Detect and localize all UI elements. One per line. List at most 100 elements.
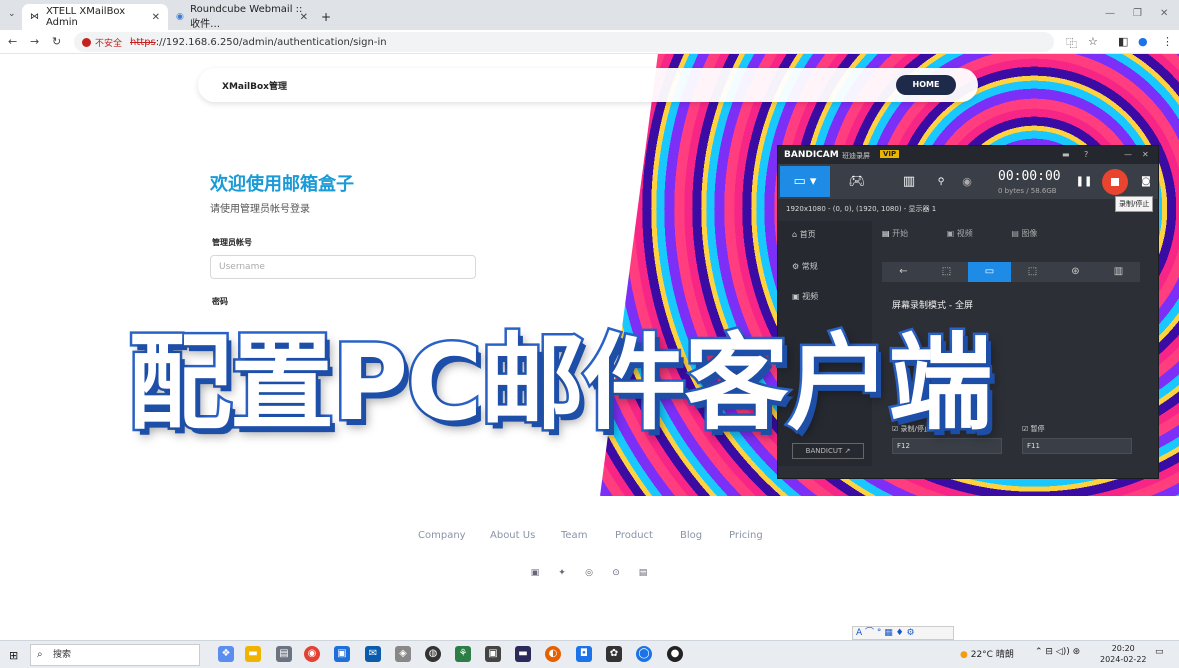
sidebar-item-home[interactable]: ⌂ 首页 xyxy=(792,229,816,240)
app-icon[interactable]: ◯ xyxy=(636,646,652,662)
hdmi-mode-icon[interactable]: ▥ xyxy=(884,166,934,197)
tool-icon[interactable]: ◈ xyxy=(395,646,411,662)
capture-mode-bar: ← ⬚ ▭ ⬚ ⊛ ▥ xyxy=(882,262,1140,282)
profile-icon[interactable]: ● xyxy=(1138,35,1148,48)
tab-video[interactable]: ▣ 视频 xyxy=(947,229,991,238)
vip-badge[interactable]: VIP xyxy=(880,150,900,158)
footer-link-company[interactable]: Company xyxy=(418,530,466,541)
folder-icon[interactable]: ▬ xyxy=(1062,150,1070,159)
file-explorer-icon[interactable]: ▬ xyxy=(245,646,261,662)
reload-icon[interactable]: ↻ xyxy=(52,35,61,48)
record-timer: 00:00:00 xyxy=(998,169,1061,184)
bandicam-tabs: ▤ 开始 ▣ 视频 ▤ 图像 xyxy=(882,228,1152,239)
app-icon[interactable]: ✿ xyxy=(606,646,622,662)
page-subtitle: 请使用管理员帐号登录 xyxy=(210,204,310,215)
forward-icon[interactable]: → xyxy=(30,35,39,48)
translate-icon[interactable]: ⿻ xyxy=(1066,35,1077,51)
footer-link-about[interactable]: About Us xyxy=(490,530,535,541)
tab-label: Roundcube Webmail :: 收件… xyxy=(190,4,303,30)
system-clock[interactable]: 20:20 2024-02-22 xyxy=(1100,643,1147,665)
ime-toolbar[interactable]: A ⌒ ° ▦ ♦ ⚙ xyxy=(852,626,954,640)
back-icon[interactable]: ← xyxy=(8,35,17,48)
restore-icon[interactable]: ❐ xyxy=(1133,8,1142,19)
back-arrow-icon[interactable]: ← xyxy=(882,262,925,282)
roundcube-icon: ◉ xyxy=(176,12,184,22)
security-label: 不安全 xyxy=(95,38,123,49)
footer-link-pricing[interactable]: Pricing xyxy=(729,530,763,541)
sidebar-item-general[interactable]: ⚙ 常规 xyxy=(792,261,818,272)
close-icon[interactable]: ✕ xyxy=(1142,150,1149,159)
tab-image[interactable]: ▤ 图像 xyxy=(1011,229,1055,238)
tray-icons[interactable]: ⌃ ⊟ ◁)) ⊛ xyxy=(1035,647,1080,657)
rectangle-mode-icon[interactable]: ⬚ xyxy=(925,262,968,282)
firefox-icon[interactable]: ◐ xyxy=(545,646,561,662)
game-mode-icon[interactable]: ⊛ xyxy=(1054,262,1097,282)
app-icon[interactable]: ▣ xyxy=(334,646,350,662)
instagram-icon[interactable]: ◎ xyxy=(584,568,594,578)
bandicam-logo: BANDICAM xyxy=(784,150,839,160)
chrome-icon[interactable]: ◉ xyxy=(304,646,320,662)
bandicam-taskbar-icon[interactable]: ● xyxy=(667,646,683,662)
fullscreen-mode-icon[interactable]: ▭ xyxy=(968,262,1011,282)
windows-start-icon[interactable]: ⊞ xyxy=(9,649,18,662)
footer-link-team[interactable]: Team xyxy=(561,530,587,541)
url-input[interactable]: 不安全 https ://192.168.6.250/admin/authent… xyxy=(74,32,1054,52)
notification-icon[interactable]: ▭ xyxy=(1155,647,1164,657)
tab-xmailbox-admin[interactable]: ⋈ XTELL XMailBox Admin ✕ xyxy=(22,4,168,30)
menu-icon[interactable]: ⋮ xyxy=(1162,35,1173,48)
security-indicator[interactable]: 不安全 xyxy=(82,36,122,49)
footer-link-product[interactable]: Product xyxy=(615,530,653,541)
footer-link-blog[interactable]: Blog xyxy=(680,530,702,541)
close-tab-icon[interactable]: ✕ xyxy=(152,12,160,23)
app-icon[interactable]: ◍ xyxy=(425,646,441,662)
help-icon[interactable]: ? xyxy=(1084,150,1088,159)
screen-mode-button[interactable]: ▭ ▾ xyxy=(780,166,830,197)
webcam-icon[interactable]: ◉ xyxy=(950,166,984,197)
bandicam-main: ▤ 开始 ▣ 视频 ▤ 图像 ← ⬚ ▭ ⬚ ⊛ ▥ 屏幕录制模式 - 全屏 停… xyxy=(882,228,1152,454)
hotkey-pause-field[interactable]: F11 xyxy=(1022,438,1132,454)
hotkey-label-pause: ☑ 暂停 xyxy=(1022,425,1045,433)
home-button[interactable]: HOME xyxy=(896,75,956,95)
tab-search-icon[interactable]: ⌄ xyxy=(8,9,16,19)
mail-icon[interactable]: ✉ xyxy=(365,646,381,662)
tab-roundcube[interactable]: ◉ Roundcube Webmail :: 收件… ✕ xyxy=(168,4,316,30)
windows-taskbar: ⊞ ⌕ 搜索 ❖ ▬ ▤ ◉ ▣ ✉ ◈ ◍ ⚘ ▣ ▬ ◐ ◘ ✿ ◯ ● ●… xyxy=(0,640,1179,668)
bookmark-star-icon[interactable]: ☆ xyxy=(1088,35,1098,48)
pause-icon[interactable]: ❚❚ xyxy=(1074,166,1094,197)
browser-tab-bar: ⌄ ⋈ XTELL XMailBox Admin ✕ ◉ Roundcube W… xyxy=(0,0,1179,30)
url-scheme: https xyxy=(130,36,156,48)
site-brand[interactable]: XMailBox管理 xyxy=(222,79,287,92)
new-tab-button[interactable]: + xyxy=(316,4,336,30)
twitter-icon[interactable]: ✦ xyxy=(557,568,567,578)
close-window-icon[interactable]: ✕ xyxy=(1160,8,1168,19)
app-icon[interactable]: ▬ xyxy=(515,646,531,662)
pinterest-icon[interactable]: ⊙ xyxy=(611,568,621,578)
record-stop-button[interactable] xyxy=(1102,169,1128,195)
tab-start[interactable]: ▤ 开始 xyxy=(882,229,926,238)
network-icon[interactable]: ⚘ xyxy=(455,646,471,662)
minimize-icon[interactable]: — xyxy=(1124,150,1132,159)
cursor-mode-icon[interactable]: ⬚ xyxy=(1011,262,1054,282)
address-bar-row: ← → ↻ 不安全 https ://192.168.6.250/admin/a… xyxy=(0,30,1179,54)
hdmi-mode-icon[interactable]: ▥ xyxy=(1097,262,1140,282)
app-icon[interactable]: ◘ xyxy=(576,646,592,662)
minimize-icon[interactable]: — xyxy=(1105,8,1115,19)
terminal-icon[interactable]: ▣ xyxy=(485,646,501,662)
notepad-icon[interactable]: ▤ xyxy=(276,646,292,662)
weather-widget[interactable]: ● 22°C 晴朗 xyxy=(960,647,1014,660)
facebook-icon[interactable]: ▣ xyxy=(530,568,540,578)
game-mode-icon[interactable]: 🎮︎ xyxy=(832,166,882,197)
linkedin-icon[interactable]: ▤ xyxy=(638,568,648,578)
page-title: 欢迎使用邮箱盒子 xyxy=(210,174,354,195)
username-input[interactable]: Username xyxy=(210,255,476,279)
microphone-icon[interactable]: ⚲ xyxy=(934,166,948,197)
side-panel-icon[interactable]: ◧ xyxy=(1118,35,1128,48)
taskbar-search[interactable]: ⌕ 搜索 xyxy=(30,644,200,666)
record-tooltip: 录制/停止 xyxy=(1115,196,1154,212)
camera-icon[interactable]: ◙ xyxy=(1136,166,1156,197)
task-view-icon[interactable]: ❖ xyxy=(218,646,234,662)
clock-date: 2024-02-22 xyxy=(1100,655,1147,664)
screen: ⌄ ⋈ XTELL XMailBox Admin ✕ ◉ Roundcube W… xyxy=(0,0,1179,668)
close-tab-icon[interactable]: ✕ xyxy=(300,12,308,23)
url-path: ://192.168.6.250/admin/authentication/si… xyxy=(155,36,387,48)
